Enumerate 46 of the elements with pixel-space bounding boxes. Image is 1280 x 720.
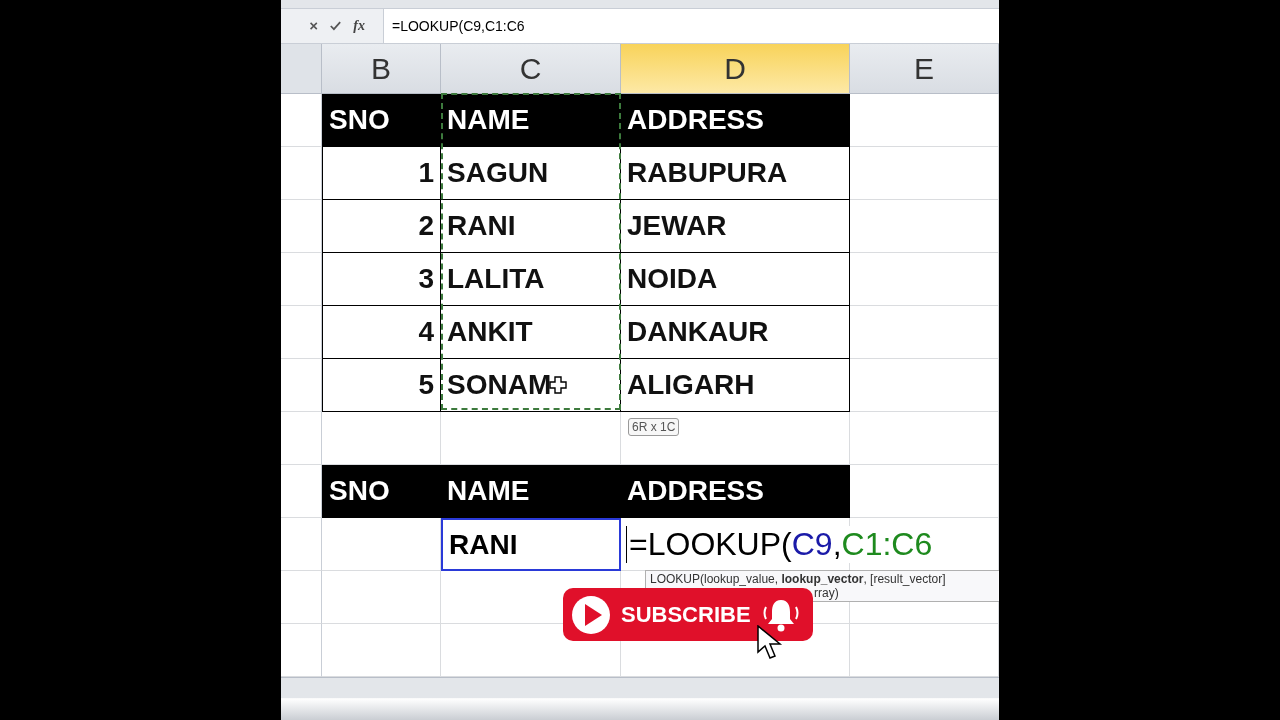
header-cell: NAME: [441, 94, 621, 147]
header-cell: SNO: [322, 94, 441, 147]
cell-cursor-icon: [549, 376, 567, 394]
table-cell: JEWAR: [621, 200, 850, 253]
insert-function-button[interactable]: fx: [353, 18, 365, 34]
cancel-icon[interactable]: [309, 20, 319, 32]
table-cell: 1: [322, 147, 441, 200]
column-header[interactable]: C: [441, 44, 621, 94]
play-icon: [571, 594, 611, 635]
header-cell: ADDRESS: [621, 465, 850, 518]
column-header[interactable]: B: [322, 44, 441, 94]
table-cell: RANI: [441, 518, 621, 571]
cell-formula: =LOOKUP(C9,C1:C6: [626, 525, 933, 563]
header-cell: NAME: [441, 465, 621, 518]
table-cell: ALIGARH: [621, 359, 850, 412]
table-cell: 5: [322, 359, 441, 412]
sheet-corner: [281, 44, 322, 94]
table-cell: LALITA: [441, 253, 621, 306]
table-cell: 2: [322, 200, 441, 253]
header-cell: ADDRESS: [621, 94, 850, 147]
header-cell: SNO: [322, 465, 441, 518]
table-cell: SAGUN: [441, 147, 621, 200]
mouse-pointer-icon: [757, 625, 783, 659]
table-cell: 4: [322, 306, 441, 359]
row-header: [281, 200, 322, 253]
row-header: [281, 571, 322, 624]
table-cell: RANI: [441, 200, 621, 253]
table-cell: NOIDA: [621, 253, 850, 306]
row-header: [281, 412, 322, 465]
row-header: [281, 518, 322, 571]
row-header: [281, 359, 322, 412]
range-size-tooltip: 6R x 1C: [628, 418, 680, 436]
subscribe-button[interactable]: SUBSCRIBE: [563, 588, 813, 641]
function-syntax: rray): [814, 586, 840, 600]
row-header: [281, 306, 322, 359]
formula-field[interactable]: =LOOKUP(C9,C1:C6: [383, 9, 999, 43]
table-cell: RABUPURA: [621, 147, 850, 200]
table-cell: DANKAUR: [621, 306, 850, 359]
row-header: [281, 147, 322, 200]
table-cell: 3: [322, 253, 441, 306]
function-syntax: LOOKUP(lookup_value, lookup_vector, [result_vector]: [650, 572, 947, 586]
table-cell: ANKIT: [441, 306, 621, 359]
column-header[interactable]: D: [621, 44, 850, 94]
column-header[interactable]: E: [850, 44, 999, 94]
check-icon[interactable]: [330, 20, 342, 32]
row-header: [281, 253, 322, 306]
